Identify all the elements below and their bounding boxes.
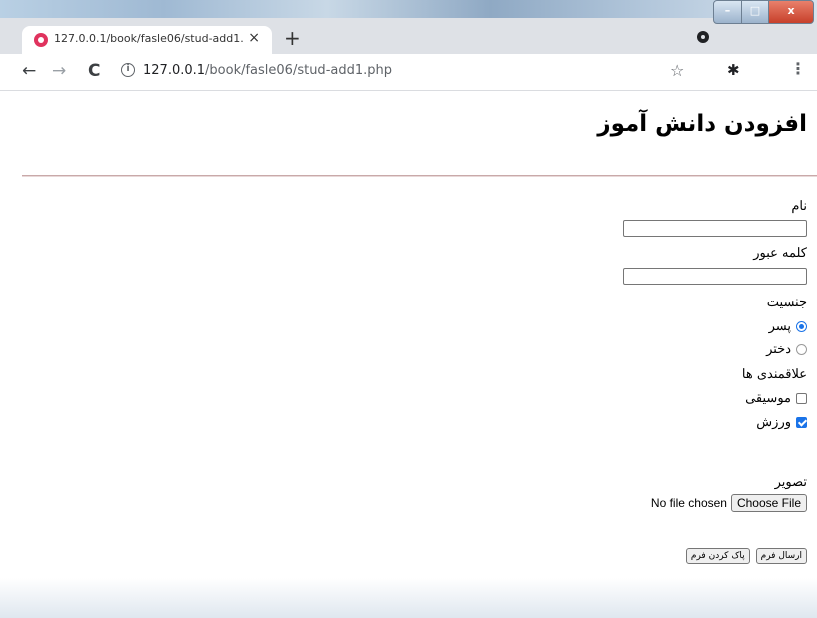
interests-label: علاقمندی ها: [741, 367, 807, 382]
interest-option-music[interactable]: موسیقی: [745, 391, 807, 406]
back-arrow-icon[interactable]: ←: [22, 62, 36, 80]
page-title: افزودن دانش آموز: [597, 111, 807, 137]
interest-option-label: موسیقی: [745, 391, 791, 406]
gender-option-male[interactable]: پسر: [769, 319, 807, 334]
close-icon: x: [787, 4, 795, 17]
url-host: 127.0.0.1: [143, 63, 206, 78]
favicon-icon: [34, 33, 48, 47]
browser-toolbar: ← → C i 127.0.0.1/book/fasle06/stud-add1…: [0, 54, 817, 91]
checkbox-music[interactable]: [796, 393, 807, 404]
submit-button[interactable]: ارسال فرم: [755, 548, 807, 564]
gender-option-female[interactable]: دختر: [766, 342, 807, 357]
name-input[interactable]: [623, 220, 807, 237]
new-tab-button[interactable]: +: [284, 28, 301, 48]
gender-label: جنسیت: [766, 295, 807, 310]
tab-close-icon[interactable]: ×: [248, 30, 260, 46]
tab-title: 127.0.0.1/book/fasle06/stud-add1.php: [54, 32, 244, 45]
window-bottom-edge: [0, 578, 817, 618]
choose-file-button[interactable]: Choose File: [730, 494, 807, 512]
interest-option-sport[interactable]: ورزش: [756, 415, 807, 430]
window-minimize-button[interactable]: –: [713, 0, 742, 24]
address-bar[interactable]: 127.0.0.1/book/fasle06/stud-add1.php: [143, 63, 392, 78]
minimize-icon: –: [724, 4, 731, 17]
radio-male[interactable]: [796, 321, 807, 332]
reload-icon[interactable]: C: [88, 62, 100, 80]
site-info-icon[interactable]: i: [121, 63, 135, 77]
password-input[interactable]: [623, 268, 807, 285]
bookmark-star-icon[interactable]: ☆: [670, 61, 684, 80]
forward-arrow-icon[interactable]: →: [52, 62, 66, 80]
name-label: نام: [791, 199, 807, 214]
profile-icon[interactable]: [697, 31, 709, 43]
form-actions: ارسال فرم پاک کردن فرم: [685, 548, 807, 564]
gender-option-label: دختر: [766, 342, 791, 357]
maximize-icon: □: [749, 4, 761, 17]
file-status-text: No file chosen: [650, 496, 727, 510]
password-label: کلمه عبور: [753, 246, 807, 261]
window-close-button[interactable]: x: [768, 0, 814, 24]
file-input[interactable]: No file chosen Choose File: [651, 494, 807, 512]
window-maximize-button[interactable]: □: [741, 0, 769, 24]
extensions-icon[interactable]: ✱: [727, 61, 740, 79]
checkbox-sport[interactable]: [796, 417, 807, 428]
gender-option-label: پسر: [768, 319, 791, 334]
browser-menu-icon[interactable]: ⋮: [790, 59, 806, 78]
title-divider: [22, 175, 817, 177]
radio-female[interactable]: [796, 344, 807, 355]
image-label: تصویر: [774, 475, 807, 490]
reset-button[interactable]: پاک کردن فرم: [685, 548, 750, 564]
interest-option-label: ورزش: [756, 415, 791, 430]
browser-tab[interactable]: 127.0.0.1/book/fasle06/stud-add1.php ×: [22, 26, 272, 54]
page-viewport: افزودن دانش آموز نام کلمه عبور جنسیت پسر…: [0, 91, 817, 618]
url-path: /book/fasle06/stud-add1.php: [205, 63, 392, 78]
